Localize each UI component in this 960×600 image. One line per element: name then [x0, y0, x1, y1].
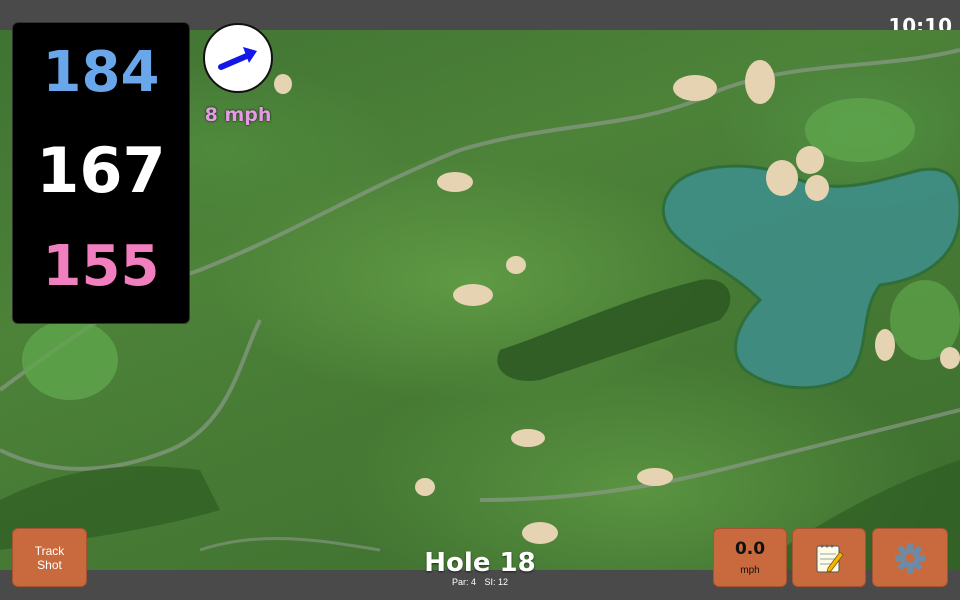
scorecard-notes-button[interactable]: [792, 528, 866, 587]
green-west: [22, 320, 118, 400]
distance-panel: 184 167 155: [12, 22, 190, 324]
hole-stroke-index: SI: 12: [484, 577, 509, 587]
hole-info: Par: 4 SI: 12: [380, 577, 580, 587]
hole-title: Hole 18: [424, 548, 536, 578]
track-shot-button[interactable]: Track Shot: [12, 528, 87, 587]
track-shot-label-line1: Track: [34, 543, 65, 558]
notepad-icon: [816, 544, 844, 573]
tree-line: [497, 279, 731, 381]
cart-path-south: [479, 408, 960, 502]
front-of-green-distance: 155: [42, 234, 160, 299]
shot-speed-unit: mph: [740, 565, 760, 576]
hole-par: Par: 4: [451, 577, 476, 587]
shot-speed-value: 0.0: [734, 539, 766, 559]
track-shot-label-line2: Shot: [37, 557, 62, 572]
wind-indicator: [203, 23, 273, 93]
gear-icon: [895, 542, 925, 573]
back-of-green-distance: 184: [42, 40, 160, 105]
wind-arrow-icon: [218, 47, 257, 70]
shot-speed-button[interactable]: 0.0 mph: [713, 528, 787, 587]
settings-button[interactable]: [872, 528, 948, 587]
wind-speed-label: 8 mph: [204, 104, 272, 126]
cart-path-southwest: [199, 536, 381, 552]
middle-of-green-distance: 167: [36, 134, 166, 207]
